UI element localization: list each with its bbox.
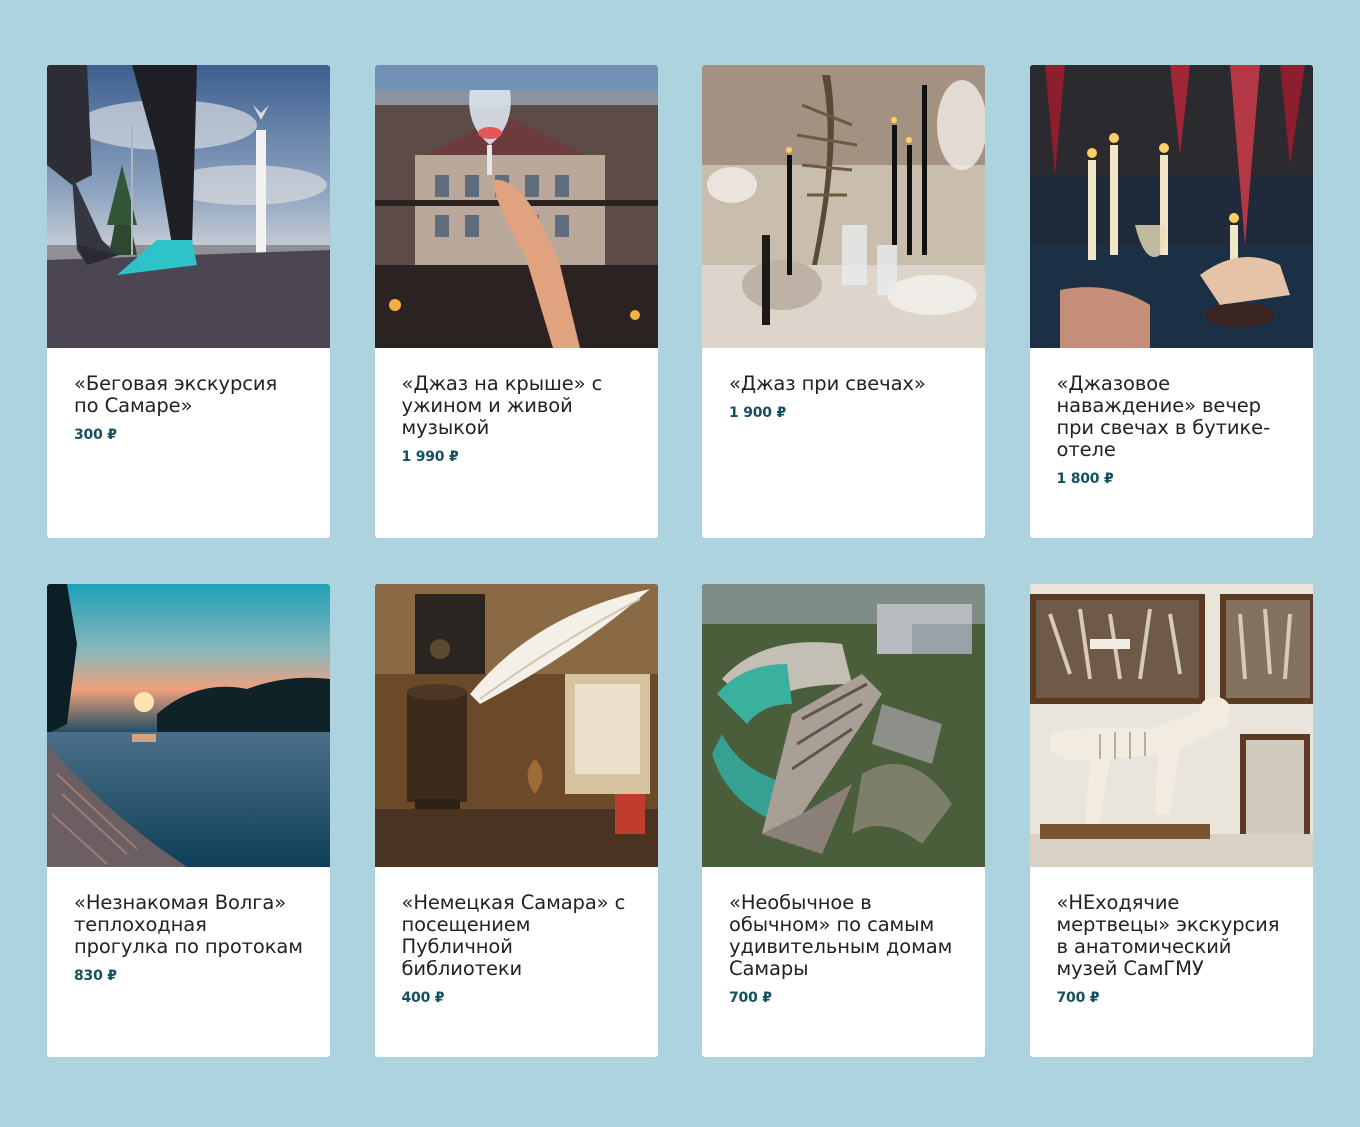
anatomy-museum-photo[interactable] <box>1029 584 1313 867</box>
excursion-title[interactable]: «Необычное в обычном» по самым удивитель… <box>729 892 959 980</box>
candle-jazz-photo[interactable] <box>702 65 985 348</box>
running-tour-photo[interactable] <box>47 65 330 348</box>
excursion-price: 400 ₽ <box>401 990 445 1006</box>
excursion-price: 830 ₽ <box>74 968 117 984</box>
excursion-price: 700 ₽ <box>1056 990 1100 1006</box>
excursion-price: 300 ₽ <box>74 427 117 443</box>
excursion-title[interactable]: «НЕходячие мертвецы» экскурсия в анатоми… <box>1057 892 1287 980</box>
excursion-title[interactable]: «Джазовое наваждение» вечер при свечах в… <box>1057 373 1287 461</box>
excursion-title[interactable]: «Беговая экскурсия по Самаре» <box>74 373 304 417</box>
aerial-building-photo[interactable] <box>702 584 985 867</box>
excursion-title[interactable]: «Незнакомая Волга» теплоходная прогулка … <box>74 892 304 958</box>
excursion-title[interactable]: «Немецкая Самара» с посещением Публичной… <box>402 892 632 980</box>
excursion-price: 700 ₽ <box>729 990 772 1006</box>
excursion-price: 1 990 ₽ <box>401 449 459 465</box>
excursion-card[interactable]: «Джазовое наваждение» вечер при свечах в… <box>1029 65 1313 538</box>
volga-sunset-photo[interactable] <box>47 584 330 867</box>
excursions-grid: «Беговая экскурсия по Самаре» 300 ₽ «Джа… <box>47 65 1313 1057</box>
excursion-price: 1 900 ₽ <box>729 405 787 421</box>
jazz-rooftop-photo[interactable] <box>374 65 658 348</box>
quill-inkwell-photo[interactable] <box>374 584 658 867</box>
jazz-obsession-photo[interactable] <box>1029 65 1313 348</box>
excursion-card[interactable]: «Незнакомая Волга» теплоходная прогулка … <box>47 584 330 1057</box>
excursion-card[interactable]: «Джаз на крыше» с ужином и живой музыкой… <box>374 65 658 538</box>
excursion-card[interactable]: «Беговая экскурсия по Самаре» 300 ₽ <box>47 65 330 538</box>
excursion-card[interactable]: «Необычное в обычном» по самым удивитель… <box>702 584 985 1057</box>
excursion-card[interactable]: «Немецкая Самара» с посещением Публичной… <box>374 584 658 1057</box>
excursion-card[interactable]: «Джаз при свечах» 1 900 ₽ <box>702 65 985 538</box>
excursion-title[interactable]: «Джаз на крыше» с ужином и живой музыкой <box>402 373 632 439</box>
excursion-card[interactable]: «НЕходячие мертвецы» экскурсия в анатоми… <box>1029 584 1313 1057</box>
excursion-title[interactable]: «Джаз при свечах» <box>729 373 959 395</box>
excursion-price: 1 800 ₽ <box>1056 471 1114 487</box>
